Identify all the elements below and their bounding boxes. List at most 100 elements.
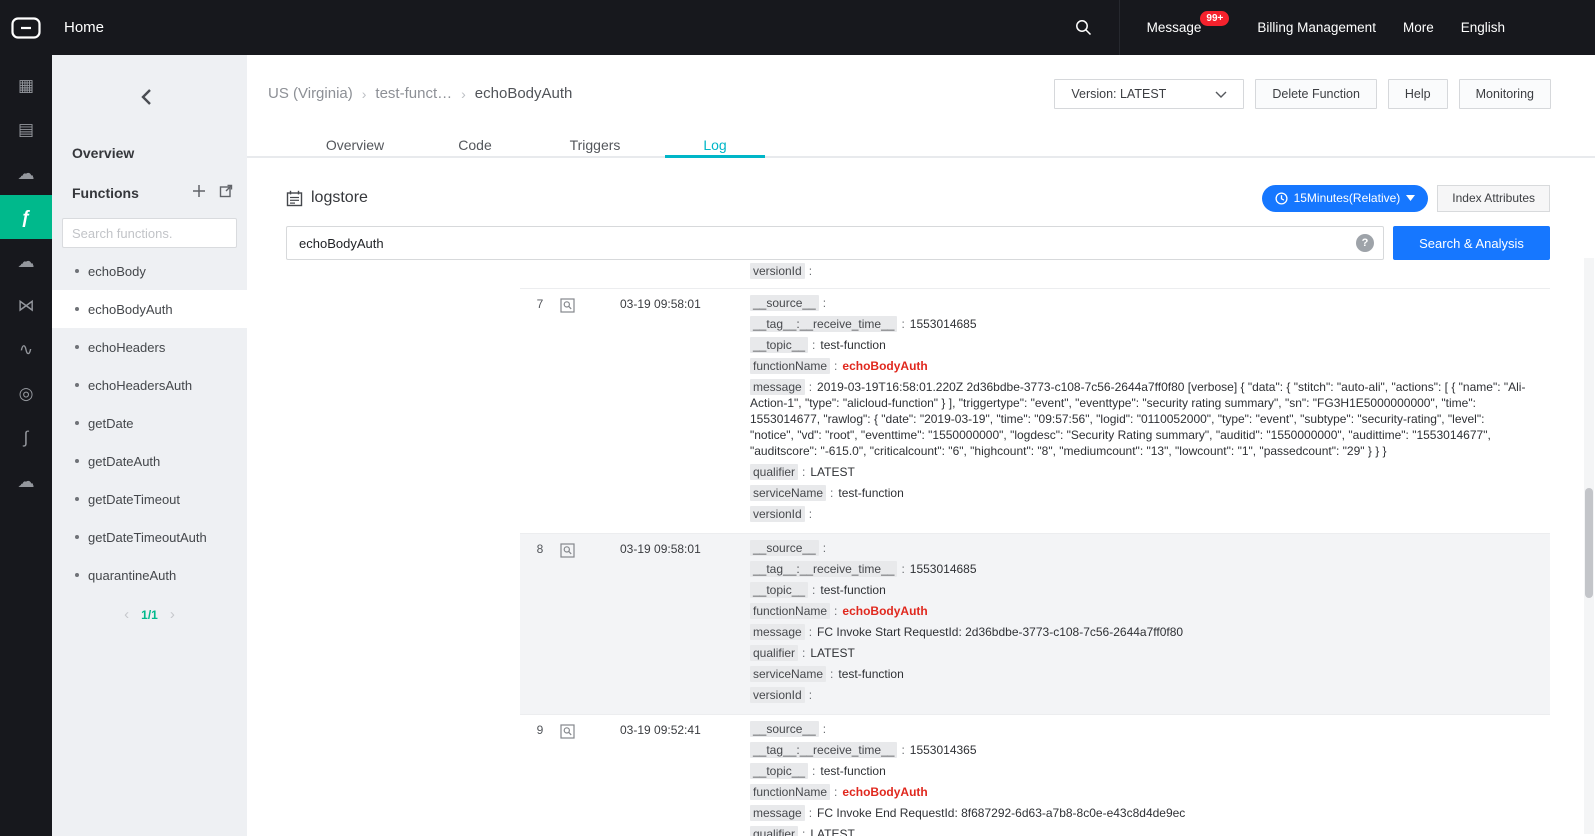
log-field-key[interactable]: qualifier (750, 464, 798, 480)
log-field-value: test-function (820, 764, 885, 778)
sidebar-item-overview[interactable]: Overview (72, 145, 134, 161)
rail-item-wave-icon[interactable]: ∿ (0, 327, 52, 371)
sidebar-item-functions[interactable]: Functions (72, 185, 139, 201)
vertical-scrollbar[interactable] (1584, 258, 1594, 834)
next-page-icon[interactable]: › (170, 607, 175, 622)
colon-separator: : (830, 785, 842, 799)
log-field-key[interactable]: __tag__:__receive_time__ (750, 316, 897, 332)
tab-code[interactable]: Code (415, 132, 535, 156)
open-in-new-icon[interactable] (219, 184, 233, 198)
sidebar-function-item-getDate[interactable]: getDate (52, 404, 247, 442)
clock-icon (1275, 192, 1288, 205)
sidebar-function-item-echoHeaders[interactable]: echoHeaders (52, 328, 247, 366)
alibaba-cloud-logo[interactable] (0, 0, 52, 55)
sidebar-function-item-echoBodyAuth[interactable]: echoBodyAuth (52, 290, 247, 328)
log-field-key[interactable]: serviceName (750, 666, 826, 682)
share-nodes-icon: ⋈ (18, 297, 35, 314)
sidebar-function-item-getDateAuth[interactable]: getDateAuth (52, 442, 247, 480)
colon-separator: : (819, 296, 831, 310)
version-dropdown[interactable]: Version: LATEST (1054, 79, 1244, 109)
function-name-label: quarantineAuth (88, 568, 176, 583)
collapse-sidebar-icon[interactable] (140, 88, 152, 111)
search-analysis-button[interactable]: Search & Analysis (1393, 226, 1550, 260)
tab-triggers[interactable]: Triggers (535, 132, 655, 156)
log-field-key[interactable]: functionName (750, 784, 830, 800)
more-menu[interactable]: More (1403, 20, 1434, 35)
search-icon[interactable] (1075, 19, 1092, 36)
log-field-key[interactable]: versionId (750, 263, 805, 279)
help-question-icon[interactable]: ? (1356, 234, 1374, 252)
sidebar-function-item-getDateTimeout[interactable]: getDateTimeout (52, 480, 247, 518)
log-field-key[interactable]: __source__ (750, 540, 819, 556)
inspect-log-icon[interactable] (560, 721, 590, 836)
log-row: versionId: (286, 260, 1550, 288)
language-selector[interactable]: English (1461, 20, 1505, 35)
index-attributes-button[interactable]: Index Attributes (1437, 185, 1550, 212)
rail-item-storage-cloud-icon[interactable]: ☁ (0, 151, 52, 195)
monitoring-button[interactable]: Monitoring (1459, 79, 1551, 109)
colon-separator: : (805, 264, 817, 278)
time-range-label: 15Minutes(Relative) (1294, 191, 1401, 205)
log-field-key[interactable]: __source__ (750, 295, 819, 311)
log-field-key[interactable]: functionName (750, 603, 830, 619)
function-name-label: getDateAuth (88, 454, 160, 469)
log-field-key[interactable]: __topic__ (750, 763, 808, 779)
log-field-key[interactable]: functionName (750, 358, 830, 374)
sidebar-function-item-getDateTimeoutAuth[interactable]: getDateTimeoutAuth (52, 518, 247, 556)
log-timestamp: 03-19 09:52:41 (590, 721, 750, 836)
rail-item-curve-icon[interactable]: ∫ (0, 415, 52, 459)
prev-page-icon[interactable]: ‹ (124, 607, 129, 622)
log-query-input[interactable] (286, 226, 1384, 260)
log-field-key[interactable]: __tag__:__receive_time__ (750, 561, 897, 577)
breadcrumb-item[interactable]: US (Virginia) (268, 85, 353, 102)
scrollbar-thumb[interactable] (1585, 488, 1593, 598)
rail-item-function-compute-icon[interactable]: ƒ (0, 195, 52, 239)
time-range-button[interactable]: 15Minutes(Relative) (1262, 185, 1429, 212)
log-field-key[interactable]: serviceName (750, 485, 826, 501)
rail-item-elastic-cloud-icon[interactable]: ☁ (0, 239, 52, 283)
rail-item-cloud-disk-icon[interactable]: ☁ (0, 459, 52, 503)
bullet-dot-icon (75, 345, 79, 349)
rail-item-apps-grid-icon[interactable]: ▦ (0, 63, 52, 107)
sidebar: Overview Functions echoBody echoBodyAuth… (52, 55, 247, 836)
rail-item-server-icon[interactable]: ▤ (0, 107, 52, 151)
tab-overview[interactable]: Overview (295, 132, 415, 156)
message-link[interactable]: Message (1147, 20, 1202, 35)
tab-log[interactable]: Log (655, 132, 775, 156)
colon-separator: : (897, 317, 909, 331)
log-field-key[interactable]: versionId (750, 506, 805, 522)
log-field-key[interactable]: message (750, 624, 805, 640)
log-field-key[interactable]: __topic__ (750, 582, 808, 598)
home-link[interactable]: Home (64, 19, 104, 36)
help-button[interactable]: Help (1388, 79, 1448, 109)
log-field: serviceName:test-function (750, 485, 1528, 501)
inspect-log-icon[interactable] (560, 540, 590, 708)
log-field-key[interactable]: qualifier (750, 645, 798, 661)
breadcrumb-item[interactable]: echoBodyAuth (475, 85, 573, 102)
delete-function-button[interactable]: Delete Function (1255, 79, 1377, 109)
log-fields: __source__: __tag__:__receive_time__:155… (750, 540, 1550, 708)
inspect-log-icon[interactable] (560, 295, 590, 527)
log-field-value: test-function (820, 583, 885, 597)
sidebar-function-item-echoBody[interactable]: echoBody (52, 252, 247, 290)
log-field-key[interactable]: __topic__ (750, 337, 808, 353)
sidebar-function-item-echoHeadersAuth[interactable]: echoHeadersAuth (52, 366, 247, 404)
breadcrumb-item[interactable]: test-funct… (375, 85, 452, 102)
log-field-value: 1553014365 (910, 743, 977, 757)
log-field-key[interactable]: __source__ (750, 721, 819, 737)
log-field-key[interactable]: versionId (750, 687, 805, 703)
icon-rail: ▦ ▤ ☁ ƒ ☁ ⋈ ∿ ◎ ∫ ☁ (0, 55, 52, 836)
log-field-key[interactable]: message (750, 379, 805, 395)
log-field-key[interactable]: qualifier (750, 826, 798, 836)
log-field-key[interactable]: __tag__:__receive_time__ (750, 742, 897, 758)
log-field-key[interactable]: message (750, 805, 805, 821)
billing-management-link[interactable]: Billing Management (1257, 20, 1376, 35)
rail-item-ring-icon[interactable]: ◎ (0, 371, 52, 415)
add-function-icon[interactable] (192, 184, 206, 198)
inspect-log-icon[interactable] (560, 263, 590, 284)
log-row-number: 9 (520, 721, 560, 836)
search-functions-input[interactable] (62, 218, 237, 248)
sidebar-function-item-quarantineAuth[interactable]: quarantineAuth (52, 556, 247, 594)
function-name-label: echoHeadersAuth (88, 378, 192, 393)
rail-item-share-nodes-icon[interactable]: ⋈ (0, 283, 52, 327)
